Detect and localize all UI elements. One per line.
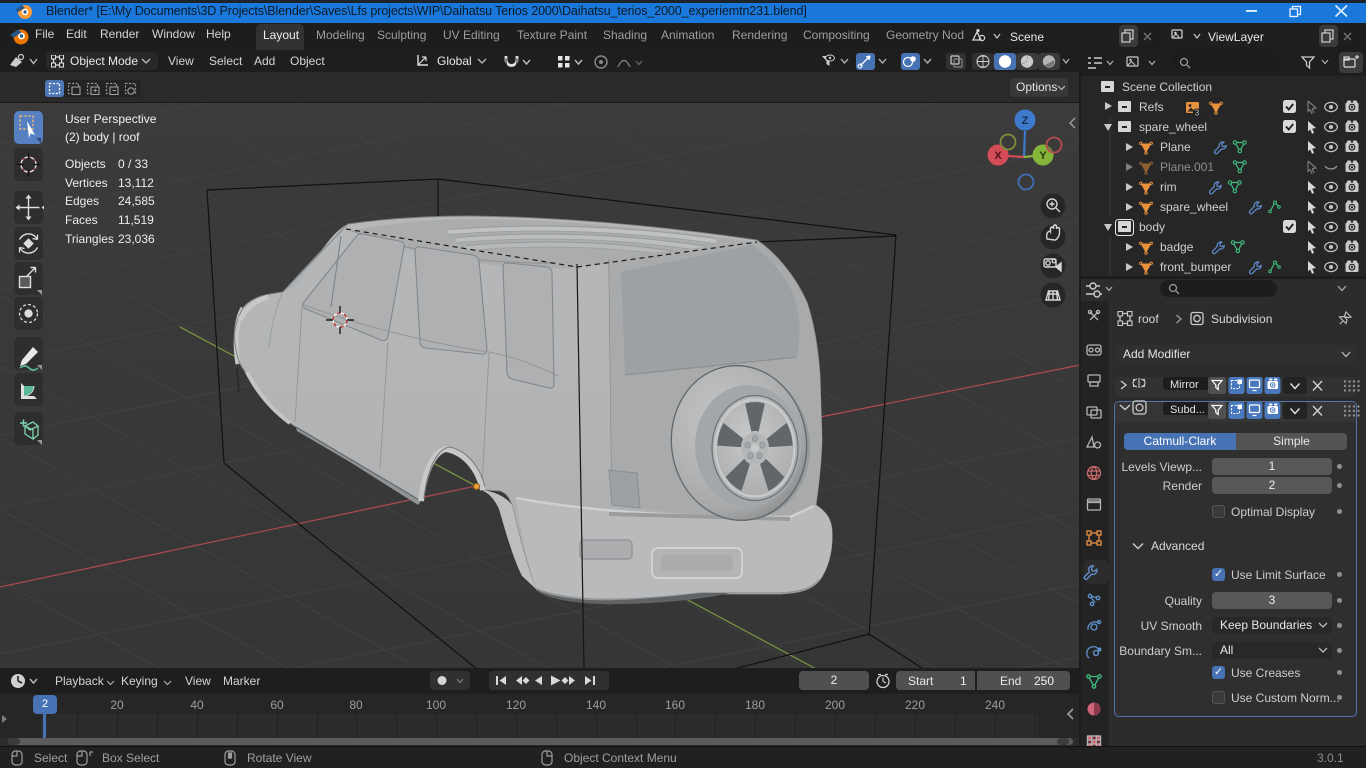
svg-text:Y: Y xyxy=(1039,150,1047,162)
svg-text:Z: Z xyxy=(1022,115,1029,127)
svg-text:3: 3 xyxy=(1195,109,1200,118)
svg-text:X: X xyxy=(994,150,1002,162)
